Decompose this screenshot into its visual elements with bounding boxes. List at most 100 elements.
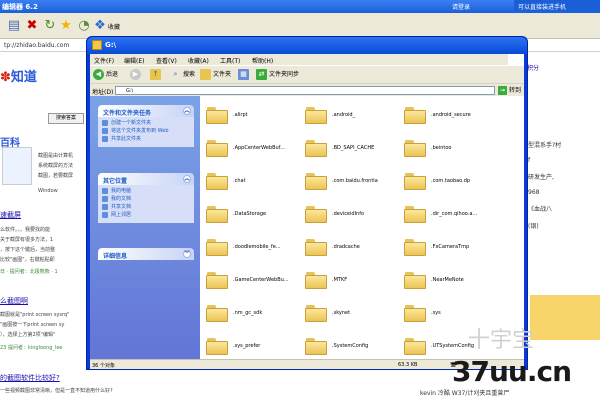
views-button[interactable]: ▦ (238, 69, 251, 81)
back-label: 后退 (106, 71, 119, 78)
sync-button[interactable]: ⇄ 文件夹同步 (256, 69, 299, 81)
folder-item[interactable]: .GameCenterWebBu... (206, 267, 305, 300)
browser-titlebar: 编辑器 6.2 请登录 (0, 0, 600, 13)
right-col-line: f (528, 157, 531, 164)
back-button[interactable]: ◀ 后退 (93, 69, 118, 81)
folder-item[interactable]: .SystemConfig (305, 333, 404, 359)
expand-chevron-icon[interactable]: ︾ (183, 250, 191, 258)
search-icon: ⌕ (173, 70, 178, 78)
folder-item[interactable]: .NearMeNote (404, 267, 503, 300)
folder-item[interactable]: .com.taobao.dp (404, 168, 503, 201)
folder-name: .alirpt (233, 112, 248, 118)
go-button[interactable]: → 转到 (498, 86, 521, 95)
print-icon[interactable]: ▤ (6, 18, 22, 34)
folder-item[interactable]: .deviceidInfo (305, 201, 404, 234)
folder-icon (206, 140, 228, 157)
browser-url: tp://zhidao.baidu.com (4, 42, 70, 49)
folder-icon (206, 305, 228, 322)
menu-help[interactable]: 帮助(H) (252, 56, 273, 65)
collapse-chevron-icon[interactable]: ︽ (183, 107, 191, 115)
file-list: .alirpt .android_ .android_secure .AppCente… (200, 96, 524, 359)
result-link-1[interactable]: 速截屏 (0, 210, 21, 220)
result-link-3[interactable]: 的截图软件比较好? (0, 373, 60, 383)
menu-view[interactable]: 查看(V) (156, 56, 177, 65)
place-my-computer[interactable]: 我的电脑 (102, 188, 190, 194)
folder-item[interactable]: .android_secure (404, 102, 503, 135)
paw-icon: ✽ (0, 70, 11, 85)
explorer-address-bar: 地址(D) G:\ → 转到 (90, 83, 524, 96)
forward-button[interactable]: ▶ (130, 69, 143, 81)
places-panel-header[interactable]: 其它位置 ︽ (98, 173, 194, 185)
thumbnail-image (2, 147, 32, 185)
details-panel-header[interactable]: 详细信息 ︾ (98, 248, 194, 260)
folder-icon (206, 206, 228, 223)
menu-favorites[interactable]: 收藏(A) (188, 56, 209, 65)
folder-icon (404, 338, 426, 355)
explorer-window: G:\ 文件(F) 编辑(E) 查看(V) 收藏(A) 工具(T) 帮助(H) … (86, 36, 528, 370)
menu-tools[interactable]: 工具(T) (220, 56, 240, 65)
right-tabs[interactable]: 积分 (527, 63, 539, 72)
favorites-label[interactable]: 收藏 (108, 22, 120, 31)
address-input[interactable]: G:\ (115, 86, 495, 95)
folder-name: .BD_SAPI_CACHE (332, 145, 375, 151)
folder-name: .chat (233, 178, 246, 184)
right-column: 型混系手?村 f 研发生产, 968 《血战八 (银) (528, 140, 600, 238)
history-icon[interactable]: ◔ (76, 18, 92, 34)
menu-file[interactable]: 文件(F) (94, 56, 114, 65)
folder-item[interactable]: .skynet (305, 300, 404, 333)
result-para: 关于截屏有很多方法，1 (0, 237, 54, 243)
folder-icon (305, 107, 327, 124)
folder-icon (305, 305, 327, 322)
folder-item[interactable]: .chat (206, 168, 305, 201)
folder-name: .dir_com.qihoo.a... (431, 211, 478, 217)
place-network[interactable]: 网上邻居 (102, 212, 190, 218)
folder-item[interactable]: .AppCenterWebBuf... (206, 135, 305, 168)
folder-item[interactable]: .sys_prefer (206, 333, 305, 359)
tasks-panel-title: 文件和文件夹任务 (103, 110, 152, 117)
folder-item[interactable]: .BD_SAPI_CACHE (305, 135, 404, 168)
folder-item[interactable]: .dir_com.qihoo.a... (404, 201, 503, 234)
menu-edit[interactable]: 编辑(E) (124, 56, 144, 65)
refresh-icon[interactable]: ↻ (42, 18, 58, 34)
search-answer-button[interactable]: 搜索答案 (48, 113, 84, 124)
bookmark-icon[interactable]: ❖ (92, 18, 108, 34)
place-my-documents[interactable]: 我的文档 (102, 196, 190, 202)
details-panel-title: 详细信息 (103, 253, 128, 260)
favorite-star-icon[interactable]: ★ (58, 18, 74, 34)
folder-item[interactable]: .alirpt (206, 102, 305, 135)
search-button[interactable]: ⌕ 搜索 (170, 69, 195, 81)
folder-item[interactable]: .FxCameraTmp (404, 234, 503, 267)
folder-icon (92, 40, 102, 50)
folder-name: .android_ (332, 112, 356, 118)
folder-name: .doodlemobile_fe... (233, 244, 281, 250)
folders-button[interactable]: 文件夹 (200, 69, 231, 81)
status-object-count: 36 个对象 (92, 363, 115, 369)
explorer-titlebar[interactable]: G:\ (87, 37, 527, 54)
folder-icon (206, 338, 228, 355)
result-link-2[interactable]: 么截图啊 (0, 296, 28, 306)
folder-item[interactable]: .doodlemobile_fe... (206, 234, 305, 267)
folder-item[interactable]: .DataStorage (206, 201, 305, 234)
folder-item[interactable]: .beintoo (404, 135, 503, 168)
login-link[interactable]: 请登录 (452, 2, 470, 11)
folder-item[interactable]: .MTKF (305, 267, 404, 300)
folder-item[interactable]: .android_ (305, 102, 404, 135)
stop-icon[interactable]: ✖ (24, 18, 40, 34)
folder-name: .dradcache (332, 244, 360, 250)
up-button[interactable]: ↑ (150, 69, 163, 81)
task-publish-web[interactable]: 将这个文件夹发布到 Web (102, 128, 190, 134)
tasks-panel-header[interactable]: 文件和文件夹任务 ︽ (98, 105, 194, 117)
collapse-chevron-icon[interactable]: ︽ (183, 175, 191, 183)
place-shared-documents[interactable]: 共享文档 (102, 204, 190, 210)
result-para: ，按下这个键后，当前整 (0, 247, 56, 253)
right-col-line: 研发生产, (528, 174, 554, 181)
folder-item[interactable]: .dradcache (305, 234, 404, 267)
folder-item[interactable]: .nm_gc_sdk (206, 300, 305, 333)
result-para: 么软件。。。我要找的能 (0, 227, 51, 233)
search-label: 搜索 (183, 71, 196, 78)
folder-item[interactable]: .com.baidu.frontia (305, 168, 404, 201)
task-new-folder[interactable]: 创建一个新文件夹 (102, 120, 190, 126)
snippet-line: 系统截屏的方法 (38, 163, 74, 169)
snippet-line: 截图，若要截屏 (38, 173, 74, 179)
task-share-folder[interactable]: 共享此文件夹 (102, 136, 190, 142)
